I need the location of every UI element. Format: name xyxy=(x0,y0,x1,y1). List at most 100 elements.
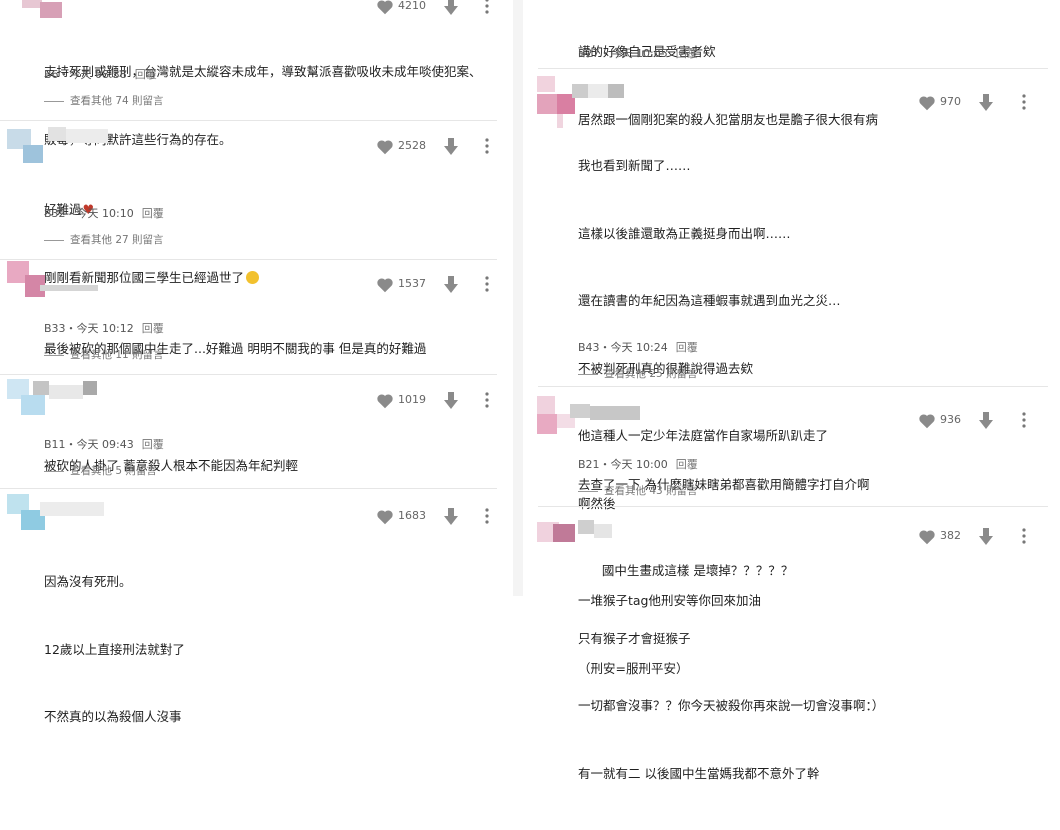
view-more-label: 查看其他 27 則留言 xyxy=(70,234,164,246)
like-count: 1537 xyxy=(398,277,426,290)
heart-icon[interactable] xyxy=(918,95,936,114)
username-redacted xyxy=(48,127,128,143)
reply-button[interactable]: 回覆 xyxy=(142,322,164,335)
username-redacted xyxy=(572,84,652,100)
heart-icon[interactable] xyxy=(918,413,936,432)
left-comment-column: 4210 支持死刑或鞭刑，台灣就是太縱容未成年，導致幫派喜歡吸收未成年啖使犯案、… xyxy=(0,0,505,724)
kebab-menu-icon[interactable] xyxy=(484,138,490,157)
reply-button[interactable]: 回覆 xyxy=(135,68,157,81)
comment-line: 一堆猴子tag他刑安等你回來加油 xyxy=(578,593,761,608)
like-count: 4210 xyxy=(398,0,426,12)
comment-meta: B32・今天 10:10 回覆 xyxy=(44,205,164,221)
divider xyxy=(0,259,497,260)
thumb-down-icon[interactable] xyxy=(443,392,459,413)
floor-and-time: B6・今天 08:38 xyxy=(44,68,127,81)
comment-text: 因為沒有死刑。 12歲以上直接刑法就對了 不然真的以為殺個人沒事 xyxy=(44,526,185,774)
avatar xyxy=(7,129,49,169)
comment-meta: B6・今天 08:38 回覆 xyxy=(44,66,157,82)
view-more-label: 查看其他 43 則留言 xyxy=(604,485,698,497)
thumb-down-icon[interactable] xyxy=(443,138,459,159)
sad-face-emoji xyxy=(246,270,260,284)
like-count: 936 xyxy=(940,413,961,426)
thumb-down-icon[interactable] xyxy=(978,412,994,433)
heart-icon[interactable] xyxy=(376,393,394,412)
comment-line: 12歲以上直接刑法就對了 xyxy=(44,641,185,657)
reply-button[interactable]: 回覆 xyxy=(676,458,698,471)
heart-icon[interactable] xyxy=(376,139,394,158)
like-count: 970 xyxy=(940,95,961,108)
kebab-menu-icon[interactable] xyxy=(484,276,490,295)
comment-actions: 970 xyxy=(918,94,1038,112)
like-count: 1683 xyxy=(398,509,426,522)
view-more-label: 查看其他 11 則留言 xyxy=(70,349,164,361)
kebab-menu-icon[interactable] xyxy=(484,392,490,411)
floor-and-time: B33・今天 10:12 xyxy=(44,322,134,335)
username-redacted xyxy=(578,520,638,538)
username-redacted xyxy=(40,502,110,518)
view-more-replies[interactable]: 查看其他 43 則留言 xyxy=(578,483,698,498)
comment-meta: B43・今天 10:24 回覆 xyxy=(578,339,698,355)
thumb-down-icon[interactable] xyxy=(978,94,994,115)
divider xyxy=(0,488,497,489)
username-redacted xyxy=(570,404,650,420)
divider xyxy=(0,374,497,375)
comment-line: 不然真的以為殺個人沒事 xyxy=(44,709,182,724)
comment-actions: 2528 xyxy=(376,138,496,156)
kebab-menu-icon[interactable] xyxy=(1021,94,1027,113)
comment-actions: 1683 xyxy=(376,508,496,526)
comment-line: （刑安=服刑平安） xyxy=(578,660,689,676)
kebab-menu-icon[interactable] xyxy=(484,508,490,527)
reply-button[interactable]: 回覆 xyxy=(676,47,698,60)
reply-button[interactable]: 回覆 xyxy=(142,438,164,451)
like-count: 2528 xyxy=(398,139,426,152)
floor-and-time: B43・今天 10:24 xyxy=(578,341,668,354)
floor-and-time: B21・今天 10:00 xyxy=(578,458,668,471)
comment-actions: 4210 xyxy=(376,0,496,16)
view-more-label: 查看其他 5 則留言 xyxy=(70,465,157,477)
divider xyxy=(538,68,1048,69)
floor-and-time: B32・今天 10:10 xyxy=(44,207,134,220)
comment-actions: 1537 xyxy=(376,276,496,294)
view-more-replies[interactable]: 查看其他 74 則留言 xyxy=(44,93,164,108)
kebab-menu-icon[interactable] xyxy=(484,0,490,17)
avatar xyxy=(537,522,579,562)
heart-icon[interactable] xyxy=(918,529,936,548)
column-divider xyxy=(513,0,523,596)
floor-and-time: B11・今天 09:43 xyxy=(44,438,134,451)
like-count: 1019 xyxy=(398,393,426,406)
view-more-replies[interactable]: 查看其他 5 則留言 xyxy=(44,463,157,478)
divider xyxy=(538,386,1048,387)
kebab-menu-icon[interactable] xyxy=(1021,528,1027,547)
comment-meta: B11・今天 09:43 回覆 xyxy=(44,436,164,452)
comment-meta: B21・今天 10:00 回覆 xyxy=(578,456,698,472)
comment-meta: B27・今天 10:05 回覆 xyxy=(578,45,698,61)
comment-line: 還在讀書的年紀因為這種蝦事就遇到血光之災… xyxy=(578,293,841,308)
comment-actions: 936 xyxy=(918,412,1038,430)
comment-actions: 382 xyxy=(918,528,1038,546)
comment-line: 我也看到新聞了…… xyxy=(578,158,691,173)
username-redacted xyxy=(33,381,113,399)
heart-icon[interactable] xyxy=(376,509,394,528)
divider xyxy=(0,120,497,121)
thumb-down-icon[interactable] xyxy=(978,528,994,549)
right-comment-column: 講的好像自己是受害者欸 居然跟一個剛犯案的殺人犯當朋友也是膽子很大很有病 B27… xyxy=(530,0,1060,781)
like-count: 382 xyxy=(940,529,961,542)
view-more-replies[interactable]: 查看其他 11 則留言 xyxy=(44,347,164,362)
kebab-menu-icon[interactable] xyxy=(1021,412,1027,431)
thumb-down-icon[interactable] xyxy=(443,508,459,529)
thumb-down-icon[interactable] xyxy=(443,276,459,297)
view-more-label: 查看其他 74 則留言 xyxy=(70,95,164,107)
view-more-label: 查看其他 25 則留言 xyxy=(604,368,698,380)
comment-line: 因為沒有死刑。 xyxy=(44,574,132,589)
comment-line: 剛剛看新聞那位國三學生已經過世了 xyxy=(44,269,245,285)
view-more-replies[interactable]: 查看其他 27 則留言 xyxy=(44,232,164,247)
floor-and-time: B27・今天 10:05 xyxy=(578,47,668,60)
view-more-replies[interactable]: 查看其他 25 則留言 xyxy=(578,366,698,381)
reply-button[interactable]: 回覆 xyxy=(676,341,698,354)
comment-actions: 1019 xyxy=(376,392,496,410)
comment-line: 有一就有二 以後國中生當媽我都不意外了幹 xyxy=(578,765,820,781)
divider xyxy=(538,506,1048,507)
comment-line: 這樣以後誰還敢為正義挺身而出啊…… xyxy=(578,225,791,241)
reply-button[interactable]: 回覆 xyxy=(142,207,164,220)
comment-text: 一堆猴子tag他刑安等你回來加油 （刑安=服刑平安） xyxy=(578,545,761,725)
